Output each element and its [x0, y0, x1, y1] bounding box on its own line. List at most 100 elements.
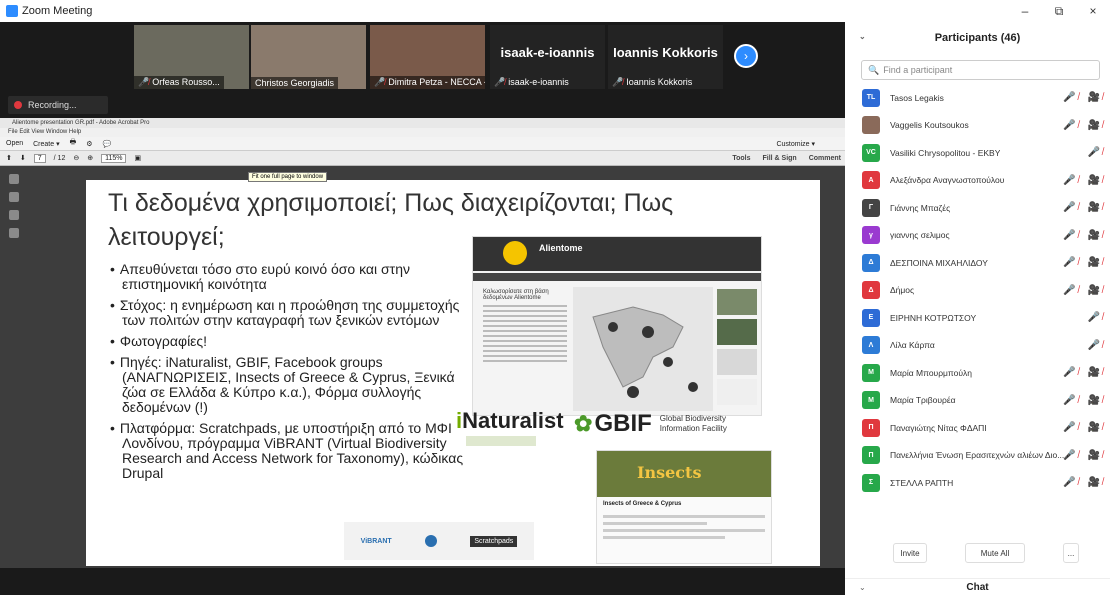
- attachments-icon[interactable]: [9, 210, 19, 220]
- recording-indicator[interactable]: Recording...: [8, 96, 108, 114]
- participant-name: Tasos Legakis: [890, 92, 944, 103]
- participant-name: ΣΤΕΛΛΑ ΡΑΠΤΗ: [890, 477, 954, 488]
- participant-row[interactable]: Μ Μαρία Μπουρμπούλη 🎤̸ 🎥̸: [845, 359, 1110, 387]
- participant-row[interactable]: TL Tasos Legakis 🎤̸ 🎥̸: [845, 84, 1110, 112]
- prev-page-icon[interactable]: ⬆: [6, 154, 12, 162]
- bullet: Πηγές: iNaturalist, GBIF, Facebook group…: [110, 355, 470, 415]
- next-page-icon[interactable]: ›: [734, 44, 758, 68]
- tile-name: isaak-e-ioannis: [508, 77, 569, 87]
- comment-tab[interactable]: Comment: [809, 155, 841, 162]
- zoom-in-icon[interactable]: ⊕: [87, 154, 93, 162]
- participant-row[interactable]: Α Αλεξάνδρα Αναγνωστοπούλου 🎤̸ 🎥̸: [845, 167, 1110, 195]
- customize-button[interactable]: Customize ▾: [776, 140, 815, 148]
- muted-status-icons: 🎤̸: [1087, 312, 1106, 324]
- muted-mic-icon: 🎤̸: [374, 77, 386, 87]
- video-strip: 🎤̸ Orfeas Rousso... Christos Georgiadis 🎤…: [0, 22, 845, 118]
- video-tile-5[interactable]: Ioannis Kokkoris 🎤̸ Ioannis Kokkoris: [608, 25, 723, 89]
- mute-all-button[interactable]: Mute All: [965, 543, 1025, 563]
- muted-mic-icon: 🎤̸: [612, 77, 624, 87]
- more-options-button[interactable]: ...: [1063, 543, 1079, 563]
- participant-list: TL Tasos Legakis 🎤̸ 🎥̸ Vaggelis Koutsoukos 🎤…: [845, 84, 1110, 497]
- layers-icon[interactable]: [9, 228, 19, 238]
- window-title: Zoom Meeting: [22, 5, 93, 17]
- participant-name: Λίλα Κάρπα: [890, 340, 935, 351]
- participant-row[interactable]: Δ ΔΕΣΠΟΙΝΑ ΜΙΧΑΗΛΙΔΟΥ 🎤̸ 🎥̸: [845, 249, 1110, 277]
- gbif-description: Global Biodiversity Information Facility: [659, 414, 727, 433]
- tile-big-name: isaak-e-ioannis: [500, 45, 595, 60]
- invite-button[interactable]: Invite: [893, 543, 927, 563]
- video-tile-1[interactable]: 🎤̸ Orfeas Rousso...: [134, 25, 249, 89]
- participant-row[interactable]: Π Παναγιώτης Νίτας ΦΔΑΠΙ 🎤̸ 🎥̸: [845, 414, 1110, 442]
- vibrant-logo: ViBRANT: [360, 537, 392, 545]
- page-number-field[interactable]: 7: [33, 153, 46, 163]
- collapse-chevron-icon[interactable]: ⌄: [859, 32, 866, 41]
- comment-icon[interactable]: 💬: [102, 140, 111, 148]
- drupal-icon: [425, 535, 438, 547]
- maximize-button[interactable]: ⧉: [1044, 0, 1074, 22]
- close-button[interactable]: ×: [1078, 0, 1108, 22]
- participant-name: Αλεξάνδρα Αναγνωστοπούλου: [890, 175, 1005, 186]
- participant-name: Δήμος: [890, 285, 915, 296]
- muted-status-icons: 🎤̸: [1087, 339, 1106, 351]
- chat-header[interactable]: ⌄ Chat: [845, 578, 1110, 595]
- slide-bullets: Απευθύνεται τόσο στο ευρύ κοινό όσο και …: [110, 262, 470, 487]
- muted-status-icons: 🎤̸ 🎥̸: [1063, 477, 1106, 489]
- create-button[interactable]: Create ▾: [33, 140, 59, 148]
- fit-page-icon[interactable]: ▣: [134, 154, 141, 162]
- avatar: [862, 116, 880, 135]
- participant-row[interactable]: Σ ΣΤΕΛΛΑ ΡΑΠΤΗ 🎤̸ 🎥̸: [845, 469, 1110, 497]
- participant-row[interactable]: Vaggelis Koutsoukos 🎤̸ 🎥̸: [845, 112, 1110, 140]
- page-total: / 12: [53, 154, 66, 162]
- participant-row[interactable]: Ε ΕΙΡΗΝΗ ΚΟΤΡΩΤΣΟΥ 🎤̸: [845, 304, 1110, 332]
- zoom-out-icon[interactable]: ⊖: [73, 154, 79, 162]
- muted-status-icons: 🎤̸ 🎥̸: [1063, 257, 1106, 269]
- muted-status-icons: 🎤̸ 🎥̸: [1063, 449, 1106, 461]
- participant-name: Πανελλήνια Ένωση Ερασιτεχνών αλιέων Διο.…: [890, 450, 1065, 461]
- participant-row[interactable]: Λ Λίλα Κάρπα 🎤̸: [845, 332, 1110, 360]
- pdf-page: Τι δεδομένα χρησιμοποιεί; Πως διαχειρίζο…: [86, 180, 820, 566]
- video-tile-3[interactable]: 🎤̸Dimitra Petza - NECCA - ...: [370, 25, 485, 89]
- participant-row[interactable]: Γ Γιάννης Μπαζές 🎤̸ 🎥̸: [845, 194, 1110, 222]
- acrobat-menu-bar[interactable]: File Edit View Window Help: [0, 128, 845, 137]
- avatar: Δ: [862, 281, 880, 300]
- avatar: Μ: [862, 363, 880, 382]
- fb-banner: Insects: [597, 451, 771, 497]
- muted-status-icons: 🎤̸ 🎥̸: [1063, 394, 1106, 406]
- participant-row[interactable]: VC Vasiliki Chrysopolitou - EKBY 🎤̸: [845, 139, 1110, 167]
- avatar: TL: [862, 88, 880, 107]
- open-button[interactable]: Open: [6, 140, 23, 147]
- video-tile-2[interactable]: Christos Georgiadis: [251, 25, 366, 89]
- participant-row[interactable]: Μ Μαρία Τριβουρέα 🎤̸ 🎥̸: [845, 387, 1110, 415]
- pages-icon[interactable]: [9, 174, 19, 184]
- record-dot-icon: [14, 101, 22, 109]
- shared-screen: Alientome presentation GR.pdf - Adobe Ac…: [0, 118, 845, 568]
- tools-tab[interactable]: Tools: [732, 155, 750, 162]
- avatar: Δ: [862, 253, 880, 272]
- zoom-app-icon: [6, 5, 18, 17]
- website-title: Alientome: [539, 243, 583, 253]
- participant-name: Vasiliki Chrysopolitou - EKBY: [890, 147, 1001, 158]
- next-page-arrow-icon[interactable]: ⬇: [20, 154, 26, 162]
- collapse-chevron-icon[interactable]: ⌄: [859, 583, 866, 592]
- fill-sign-tab[interactable]: Fill & Sign: [762, 155, 796, 162]
- participant-row[interactable]: γ γιαννης σελιμος 🎤̸ 🎥̸: [845, 222, 1110, 250]
- minimize-button[interactable]: –: [1010, 0, 1040, 22]
- acrobat-toolbar-nav: ⬆ ⬇ 7 / 12 ⊖ ⊕ 115% ▣ Tools Fill & Sign …: [0, 151, 845, 166]
- bookmarks-icon[interactable]: [9, 192, 19, 202]
- tile-name: Christos Georgiadis: [255, 78, 335, 88]
- print-icon[interactable]: 🖶: [70, 138, 77, 149]
- settings-icon[interactable]: ⚙: [86, 140, 92, 148]
- acrobat-title-bar: Alientome presentation GR.pdf - Adobe Ac…: [0, 118, 845, 128]
- participant-row[interactable]: Π Πανελλήνια Ένωση Ερασιτεχνών αλιέων Διο…: [845, 442, 1110, 470]
- avatar: Γ: [862, 198, 880, 217]
- muted-status-icons: 🎤̸ 🎥̸: [1063, 174, 1106, 186]
- video-tile-4[interactable]: isaak-e-ioannis 🎤̸ isaak-e-ioannis: [490, 25, 605, 89]
- participant-name: γιαννης σελιμος: [890, 230, 950, 241]
- participant-search-input[interactable]: 🔍 Find a participant: [861, 60, 1100, 80]
- muted-status-icons: 🎤̸ 🎥̸: [1063, 284, 1106, 296]
- zoom-field[interactable]: 115%: [101, 153, 127, 163]
- recording-label: Recording...: [28, 100, 77, 110]
- meeting-bottom-area: [0, 568, 845, 595]
- participant-row[interactable]: Δ Δήμος 🎤̸ 🎥̸: [845, 277, 1110, 305]
- participants-panel: ⌄ Participants (46) 🔍 Find a participant…: [845, 22, 1110, 595]
